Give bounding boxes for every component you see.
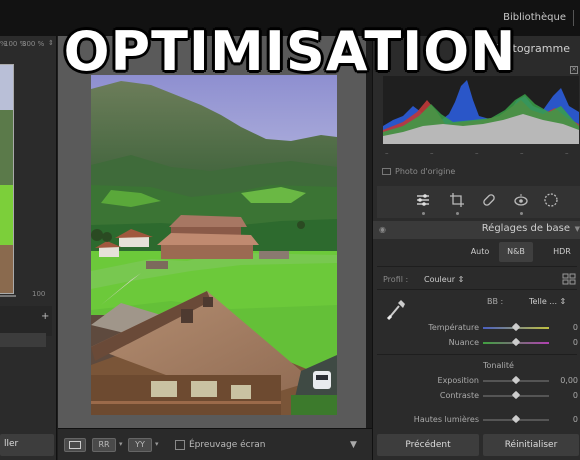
contrast-value[interactable]: 0: [554, 391, 578, 400]
white-balance-picker-icon[interactable]: [383, 296, 409, 322]
exposure-label: Exposition: [437, 376, 479, 385]
crop-tool-dot: [456, 212, 459, 215]
temperature-value[interactable]: 0: [554, 323, 578, 332]
white-balance-label: BB :: [487, 297, 504, 306]
highlights-value[interactable]: 0: [554, 415, 578, 424]
compare-view-button[interactable]: RR: [92, 438, 116, 452]
highlights-label: Hautes lumières: [413, 415, 479, 424]
histogram-readout-2: –: [430, 149, 434, 157]
contrast-slider-knob[interactable]: [511, 390, 521, 400]
basic-panel-title[interactable]: Réglages de base: [482, 223, 570, 234]
center-view: [58, 36, 366, 428]
before-after-dropdown-icon[interactable]: ▾: [155, 440, 159, 448]
active-tool-indicator: [422, 212, 425, 215]
tool-strip: [377, 186, 580, 218]
hdr-button[interactable]: HDR: [545, 242, 579, 262]
tint-label: Nuance: [448, 338, 479, 347]
bw-button[interactable]: N&B: [499, 242, 533, 262]
histogram: [383, 76, 579, 144]
original-photo-icon: [382, 168, 391, 175]
tone-heading: Tonalité: [483, 361, 514, 370]
white-balance-select[interactable]: Telle ... ⇕: [529, 297, 566, 306]
navigator-thumbnail[interactable]: [0, 64, 14, 294]
divider: [377, 266, 577, 267]
temperature-slider-knob[interactable]: [511, 322, 521, 332]
softproof-checkbox[interactable]: [175, 440, 185, 450]
edit-sliders-icon[interactable]: [415, 192, 431, 208]
navigator-slider-value: 100: [32, 290, 46, 298]
crop-icon[interactable]: [449, 192, 465, 208]
red-eye-icon[interactable]: [513, 192, 529, 208]
healing-brush-icon[interactable]: [481, 192, 497, 208]
previous-button[interactable]: Précédent: [377, 434, 479, 456]
profile-browser-icon[interactable]: [562, 272, 576, 286]
red-eye-tool-dot: [520, 212, 523, 215]
exposure-value[interactable]: 0,00: [554, 376, 578, 385]
profile-select[interactable]: Couleur ⇕: [424, 275, 464, 284]
masking-icon[interactable]: [543, 192, 559, 208]
bottom-toolbar: RR ▾ YY ▾ Épreuvage écran ▼: [58, 428, 372, 460]
histogram-readout-5: –: [565, 149, 569, 157]
panel-collapse-icon[interactable]: ▼: [575, 225, 580, 233]
navigator-slider-track[interactable]: [0, 295, 16, 297]
toolbar-menu-icon[interactable]: ▼: [350, 440, 357, 450]
divider: [377, 354, 577, 355]
compare-dropdown-icon[interactable]: ▾: [119, 440, 123, 448]
exposure-slider-knob[interactable]: [511, 375, 521, 385]
original-photo-label: Photo d'origine: [395, 167, 456, 176]
add-collection-icon[interactable]: +: [41, 311, 49, 322]
panel-visibility-icon[interactable]: ◉: [379, 225, 386, 234]
histogram-readout-3: –: [475, 149, 479, 157]
overlay-title: OPTIMISATION: [63, 20, 517, 83]
import-button[interactable]: ller: [0, 434, 54, 456]
divider: [377, 289, 577, 290]
landscape-photo: [91, 75, 337, 415]
auto-button[interactable]: Auto: [463, 242, 497, 262]
reset-button[interactable]: Réinitialiser: [483, 434, 579, 456]
right-panel: Histogramme × – – – – – Photo d'origine: [372, 36, 580, 460]
profile-label: Profil :: [383, 275, 409, 284]
tint-value[interactable]: 0: [554, 338, 578, 347]
softproof-label: Épreuvage écran: [189, 440, 266, 450]
contrast-label: Contraste: [439, 391, 479, 400]
before-after-button[interactable]: YY: [128, 438, 152, 452]
temperature-label: Température: [428, 323, 479, 332]
left-panel: % 100 % 300 % ⇕ 100 + ller: [0, 36, 57, 460]
histogram-readout-1: –: [385, 149, 389, 157]
edited-photo[interactable]: [91, 75, 337, 415]
collection-field[interactable]: [0, 333, 46, 347]
histogram-readout-4: –: [520, 149, 524, 157]
loupe-view-button[interactable]: [64, 438, 86, 452]
highlights-slider-knob[interactable]: [511, 414, 521, 424]
tint-slider-knob[interactable]: [511, 337, 521, 347]
